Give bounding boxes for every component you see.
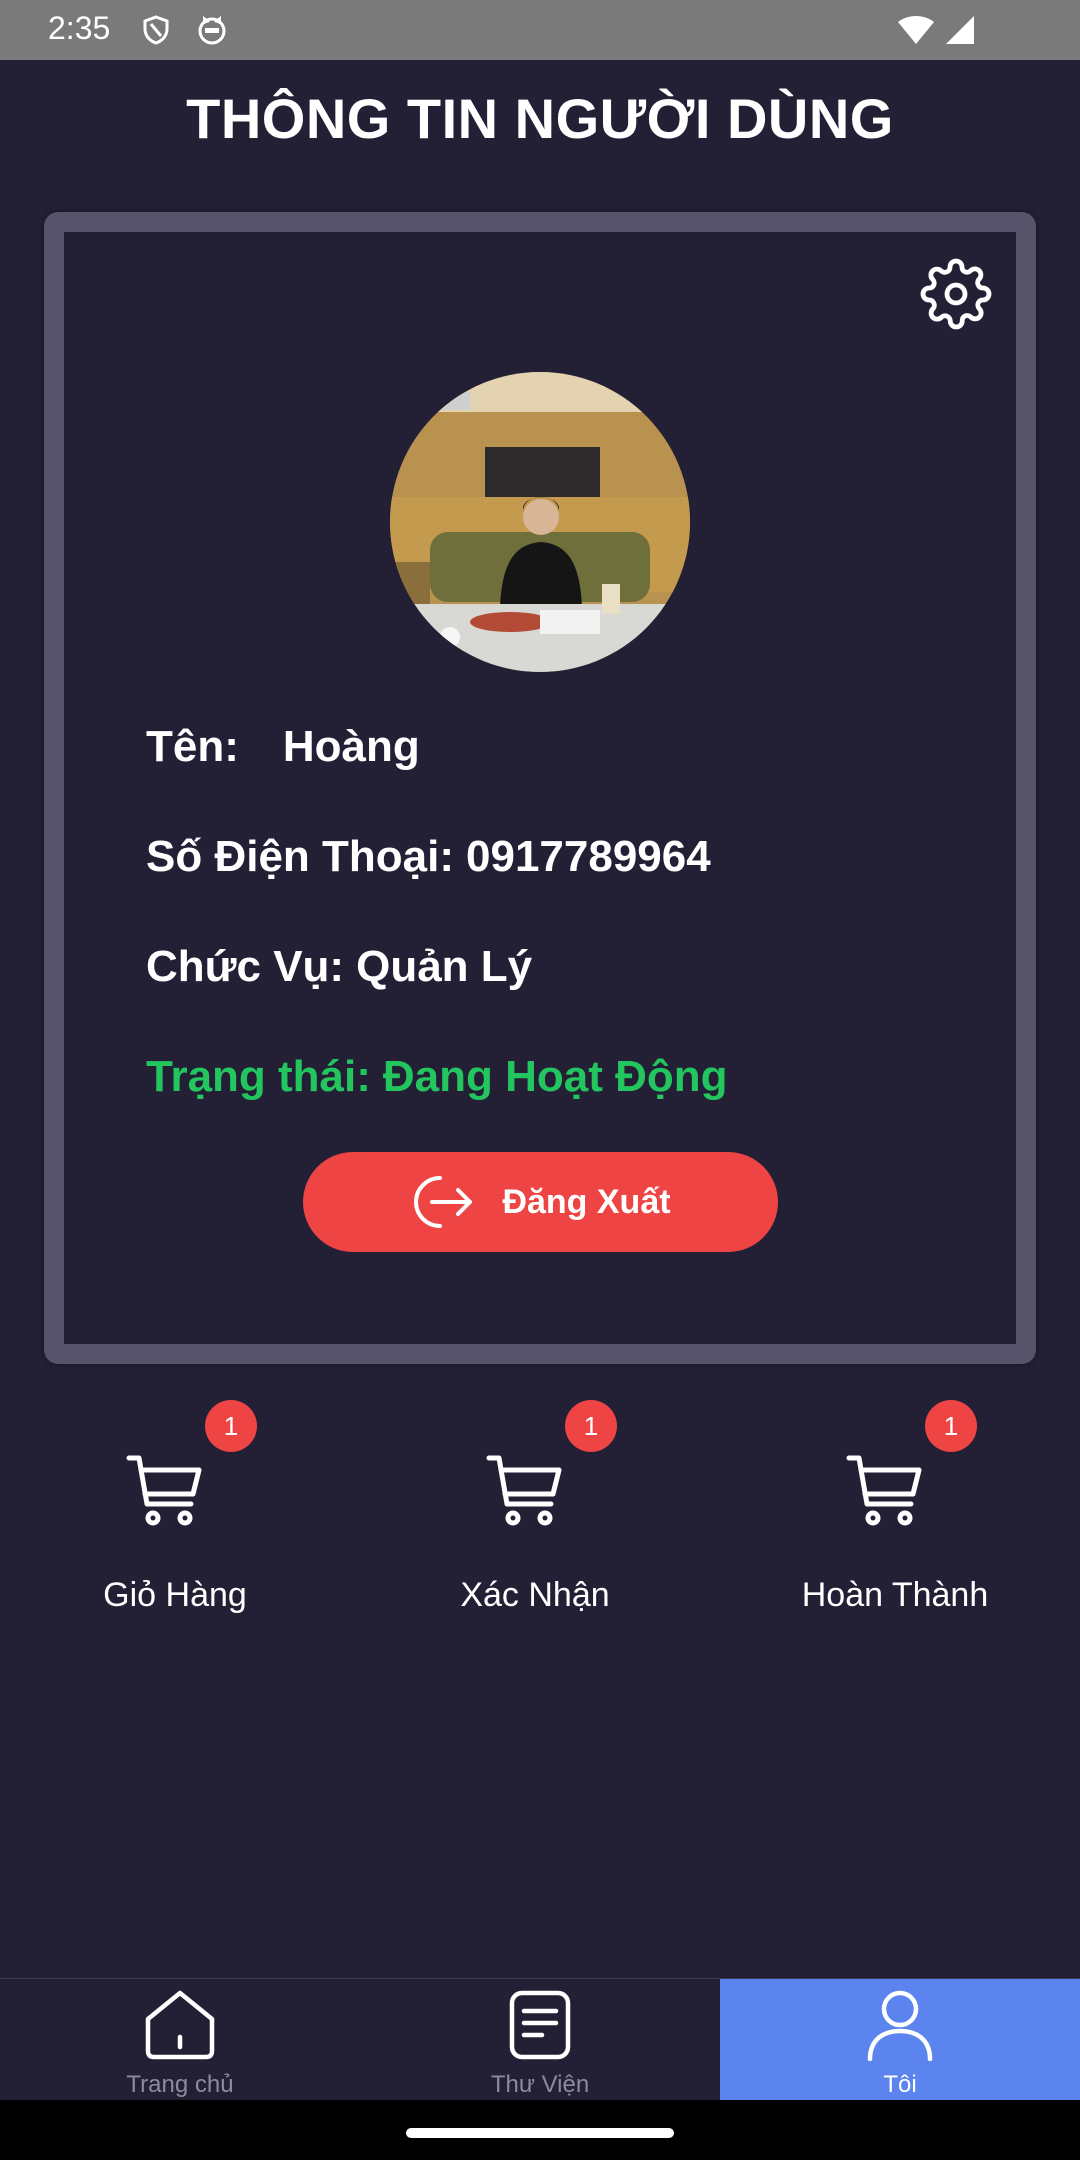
status-time: 2:35: [48, 10, 111, 46]
nav-label-library: Thư Viện: [490, 2071, 590, 2098]
logout-icon: [410, 1174, 474, 1230]
cart-icon: [485, 1450, 565, 1530]
phone-label: Số Điện Thoại:: [146, 832, 454, 881]
wifi-icon: [896, 14, 936, 51]
avatar[interactable]: [390, 372, 690, 672]
status-row: Trạng thái: Đang Hoạt Động: [146, 1052, 728, 1102]
order-confirm-button[interactable]: 1 Xác Nhận: [385, 1400, 685, 1614]
status-label: Trạng thái:: [146, 1052, 371, 1101]
complete-label: Hoàn Thành: [801, 1576, 989, 1614]
role-label: Chức Vụ:: [146, 942, 345, 991]
home-icon: [140, 1987, 220, 2063]
logout-button[interactable]: Đăng Xuất: [303, 1152, 778, 1252]
cart-icon: [125, 1450, 205, 1530]
name-row: Tên: Hoàng: [146, 722, 420, 772]
order-cart-button[interactable]: 1 Giỏ Hàng: [25, 1400, 325, 1614]
settings-button[interactable]: [918, 256, 994, 332]
page-title: THÔNG TIN NGƯỜI DÙNG: [186, 87, 894, 150]
role-row: Chức Vụ: Quản Lý: [146, 942, 532, 992]
confirm-count-badge: 1: [565, 1400, 617, 1452]
cart-label: Giỏ Hàng: [103, 1576, 247, 1614]
cat-icon: [196, 14, 228, 51]
status-value: Đang Hoạt Động: [382, 1052, 728, 1101]
cart-count-badge: 1: [205, 1400, 257, 1452]
order-complete-button[interactable]: 1 Hoàn Thành: [745, 1400, 1045, 1614]
signal-icon: [944, 14, 976, 51]
role-value: Quản Lý: [356, 942, 533, 991]
shield-icon: [140, 14, 172, 51]
confirm-label: Xác Nhận: [460, 1576, 610, 1614]
complete-count-badge: 1: [925, 1400, 977, 1452]
home-indicator[interactable]: [406, 2128, 674, 2138]
status-bar: 2:35: [0, 0, 1080, 60]
phone-row: Số Điện Thoại: 0917789964: [146, 832, 711, 882]
gear-icon: [920, 258, 992, 330]
user-icon: [860, 1987, 940, 2063]
name-label: Tên:: [146, 722, 239, 771]
avatar-photo: [390, 372, 690, 672]
nav-label-profile: Tôi: [883, 2071, 917, 2098]
library-icon: [500, 1987, 580, 2063]
bottom-nav: Trang chủ Thư Viện Tôi: [0, 1978, 1080, 2100]
nav-item-library[interactable]: Thư Viện: [360, 1979, 720, 2100]
cart-icon: [845, 1450, 925, 1530]
phone-value: 0917789964: [466, 832, 711, 881]
nav-item-profile[interactable]: Tôi: [720, 1979, 1080, 2100]
nav-label-home: Trang chủ: [126, 2071, 234, 2098]
nav-item-home[interactable]: Trang chủ: [0, 1979, 360, 2100]
name-value: Hoàng: [282, 722, 420, 771]
logout-label: Đăng Xuất: [502, 1182, 671, 1221]
